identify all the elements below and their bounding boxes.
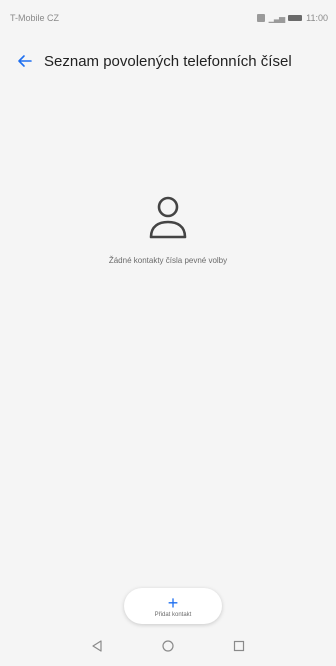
signal-icon: ▁▃▅ [268,13,286,23]
back-arrow-icon[interactable] [10,46,40,76]
empty-state: Žádné kontakty čísla pevné volby [0,192,336,265]
title-bar: Seznam povolených telefonních čísel [0,36,336,86]
add-contact-label: Přidat kontakt [154,611,192,618]
status-time: 11:00 [306,13,328,23]
person-icon [149,196,187,239]
status-bar: T-Mobile CZ ▁▃▅ 11:00 [0,0,336,36]
page-title: Seznam povolených telefonních čísel [44,52,292,70]
carrier-label: T-Mobile CZ [10,13,60,23]
battery-icon [288,15,303,21]
empty-message: Žádné kontakty čísla pevné volby [108,256,228,265]
navigation-bar [0,626,336,666]
plus-icon: + [167,592,179,613]
nav-back-icon[interactable] [86,635,108,657]
nav-recents-icon[interactable] [228,635,250,657]
nav-home-icon[interactable] [157,635,179,657]
screen: T-Mobile CZ ▁▃▅ 11:00 Seznam povolených … [0,0,336,666]
add-contact-button[interactable]: + Přidat kontakt [124,588,222,624]
status-icons: ▁▃▅ 11:00 [256,13,328,23]
sim-icon [256,14,265,22]
